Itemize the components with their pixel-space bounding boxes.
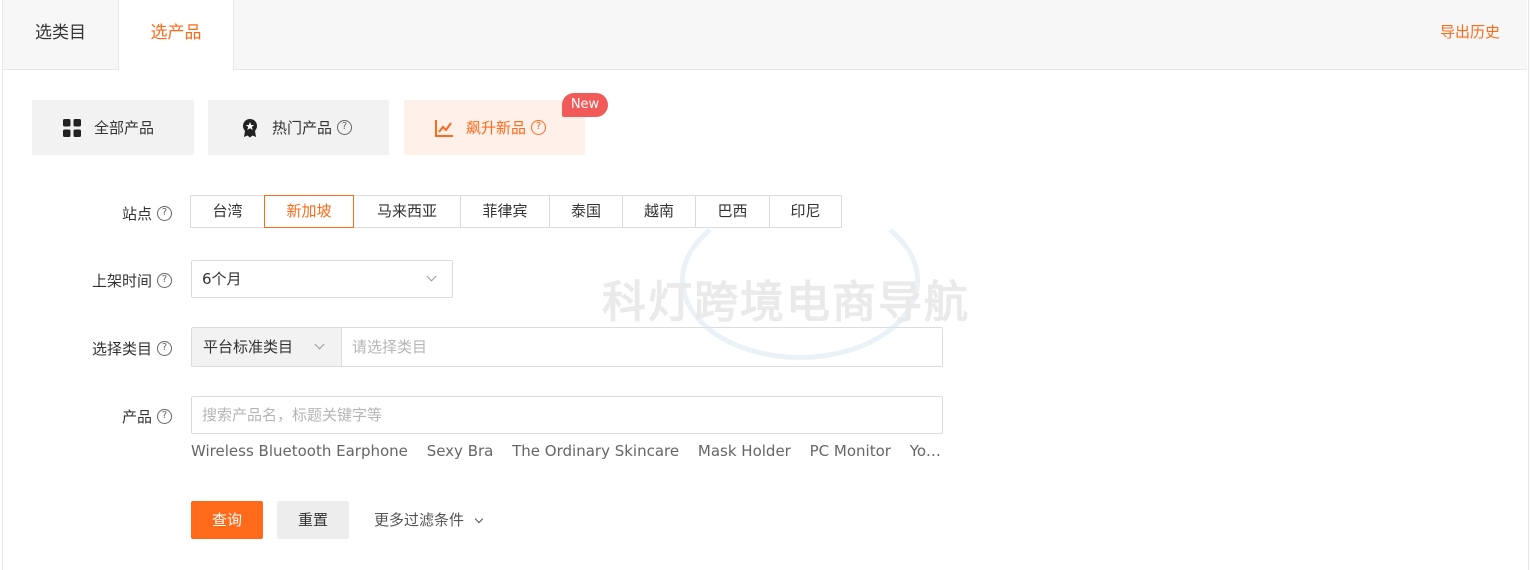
category-picker: 平台标准类目 [191, 327, 943, 367]
query-button[interactable]: 查询 [191, 501, 263, 539]
category-type-value: 平台标准类目 [203, 338, 294, 356]
suggestion-keyword[interactable]: Sexy Bra [427, 442, 494, 460]
all-products-button[interactable]: 全部产品 [32, 100, 194, 155]
award-icon [240, 118, 260, 138]
suggestion-keyword[interactable]: Yo... [910, 442, 940, 460]
suggestion-keyword[interactable]: The Ordinary Skincare [512, 442, 679, 460]
new-badge: New [562, 93, 608, 117]
listing-time-value: 6个月 [202, 270, 242, 288]
more-filters-toggle[interactable]: 更多过滤条件 [374, 509, 484, 530]
site-option-taiwan[interactable]: 台湾 [190, 195, 265, 228]
time-label: 上架时间 [91, 272, 152, 290]
site-selector: 台湾 新加坡 马来西亚 菲律宾 泰国 越南 巴西 印尼 [190, 195, 842, 228]
reset-button[interactable]: 重置 [277, 501, 349, 539]
help-icon[interactable]: ? [157, 206, 172, 221]
help-icon[interactable]: ? [337, 120, 353, 135]
category-label: 选择类目 [91, 340, 152, 358]
keyword-suggestions: Wireless Bluetooth Earphone Sexy Bra The… [191, 440, 943, 462]
suggestion-keyword[interactable]: Wireless Bluetooth Earphone [191, 442, 408, 460]
all-products-label: 全部产品 [94, 119, 155, 137]
category-type-select[interactable]: 平台标准类目 [192, 328, 342, 366]
rising-products-button[interactable]: 飙升新品 ? [404, 100, 585, 155]
site-label: 站点 [121, 205, 152, 223]
more-filters-label: 更多过滤条件 [374, 511, 465, 529]
product-label-row: 产品 ? [122, 406, 172, 427]
tab-select-product[interactable]: 选产品 [118, 0, 234, 71]
site-option-vietnam[interactable]: 越南 [622, 195, 696, 228]
category-input[interactable] [342, 328, 942, 366]
time-label-row: 上架时间 ? [92, 270, 172, 291]
hot-products-label: 热门产品 [272, 119, 333, 137]
help-icon[interactable]: ? [531, 120, 547, 135]
trend-chart-icon [434, 118, 454, 138]
product-label: 产品 [121, 408, 152, 426]
site-option-singapore[interactable]: 新加坡 [264, 195, 354, 228]
help-icon[interactable]: ? [157, 273, 172, 288]
site-label-row: 站点 ? [122, 203, 172, 224]
chevron-down-icon [314, 339, 325, 350]
tab-bar: 选类目 选产品 导出历史 [3, 0, 1527, 71]
chevron-down-icon [474, 514, 484, 524]
watermark-text: 科灯跨境电商导航 [602, 277, 970, 328]
category-label-row: 选择类目 ? [92, 338, 172, 359]
site-option-thailand[interactable]: 泰国 [549, 195, 623, 228]
hot-products-button[interactable]: 热门产品 ? [208, 100, 389, 155]
suggestion-keyword[interactable]: Mask Holder [698, 442, 791, 460]
listing-time-select[interactable]: 6个月 [191, 260, 453, 298]
site-option-brazil[interactable]: 巴西 [695, 195, 770, 228]
site-option-malaysia[interactable]: 马来西亚 [353, 195, 461, 228]
rising-products-label: 飙升新品 [466, 119, 527, 137]
suggestion-keyword[interactable]: PC Monitor [810, 442, 891, 460]
help-icon[interactable]: ? [157, 341, 172, 356]
grid-icon [62, 118, 82, 138]
tab-select-category[interactable]: 选类目 [3, 0, 118, 71]
export-history-link[interactable]: 导出历史 [1440, 0, 1500, 64]
chevron-down-icon [426, 271, 437, 282]
product-search-input[interactable] [191, 396, 943, 434]
site-option-philippines[interactable]: 菲律宾 [460, 195, 550, 228]
help-icon[interactable]: ? [157, 409, 172, 424]
site-option-indonesia[interactable]: 印尼 [769, 195, 842, 228]
